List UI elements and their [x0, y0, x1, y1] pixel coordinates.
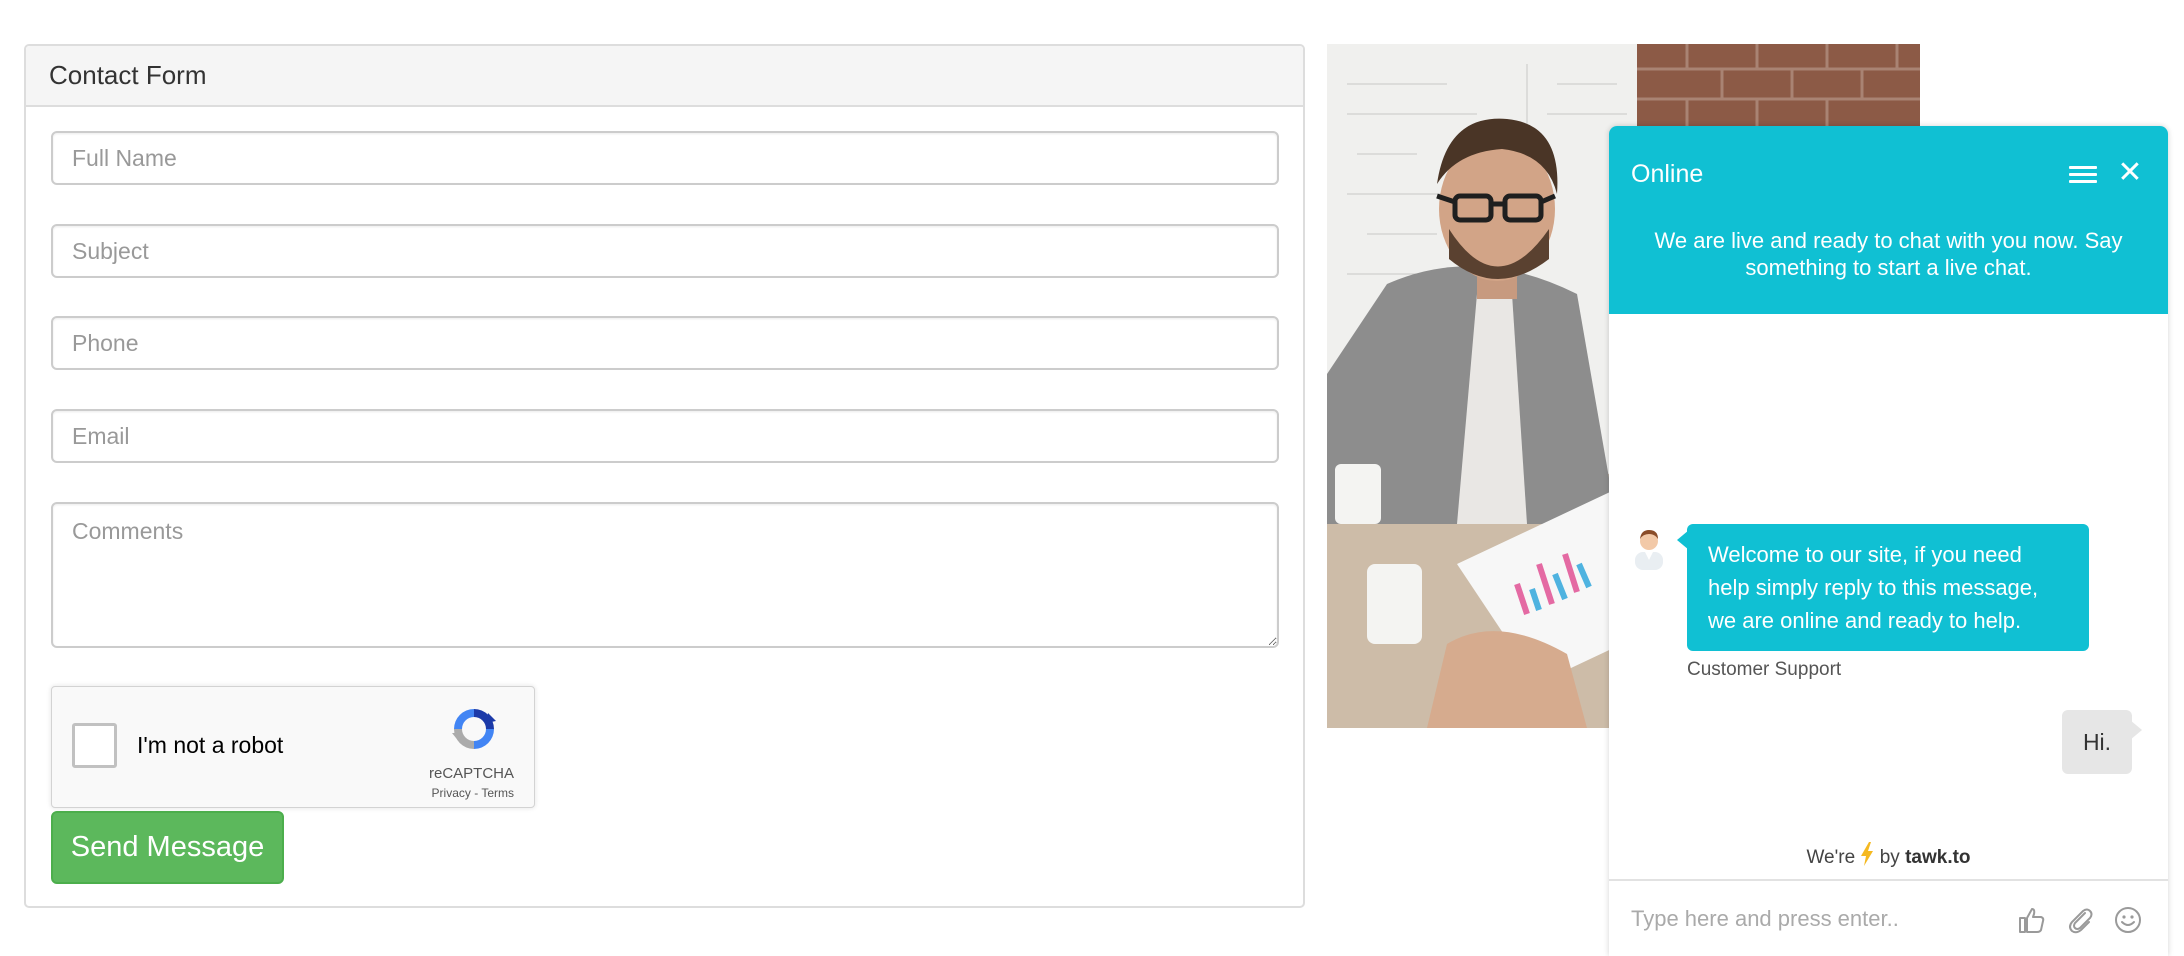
bolt-icon	[1861, 842, 1874, 866]
send-message-button[interactable]: Send Message	[51, 811, 284, 884]
recaptcha-logo-icon	[452, 709, 496, 749]
chat-message-input[interactable]	[1631, 901, 2011, 937]
chat-intro-text: We are live and ready to chat with you n…	[1654, 228, 2123, 280]
live-chat-widget: Online ✕ We are live and ready to chat w…	[1609, 126, 2168, 956]
phone-input[interactable]	[51, 316, 1279, 370]
tawk-brand: tawk.to	[1905, 847, 1971, 868]
thumbs-up-icon[interactable]	[2016, 905, 2046, 935]
agent-avatar-icon	[1635, 530, 1663, 570]
recaptcha-label: I'm not a robot	[137, 732, 284, 758]
visitor-message-bubble: Hi.	[2062, 710, 2142, 774]
chat-status: Online	[1631, 160, 1704, 188]
recaptcha-privacy-terms[interactable]: Privacy - Terms	[432, 786, 514, 800]
contact-form-heading: Contact Form	[26, 46, 1303, 107]
contact-form-panel: Contact Form I'm not a robot reCAPTCHA P…	[24, 44, 1305, 908]
paperclip-icon[interactable]	[2065, 905, 2095, 935]
subject-input[interactable]	[51, 224, 1279, 278]
chat-header: Online ✕ We are live and ready to chat w…	[1609, 126, 2168, 314]
powered-by-tawk[interactable]: We're by tawk.to	[1609, 842, 2168, 869]
agent-name-label: Customer Support	[1687, 659, 1842, 680]
recaptcha-widget: I'm not a robot reCAPTCHA Privacy - Term…	[51, 686, 535, 808]
recaptcha-checkbox[interactable]	[72, 723, 117, 768]
full-name-input[interactable]	[51, 131, 1279, 185]
powered-prefix: We're	[1806, 847, 1856, 868]
agent-message-bubble: Welcome to our site, if you need help si…	[1677, 524, 2089, 651]
close-icon[interactable]: ✕	[2116, 156, 2144, 190]
emoji-icon[interactable]	[2113, 905, 2143, 935]
powered-by: by	[1879, 847, 1900, 868]
menu-icon[interactable]	[2069, 162, 2097, 186]
comments-textarea[interactable]	[51, 502, 1279, 648]
recaptcha-brand: reCAPTCHA	[428, 765, 514, 782]
chat-composer	[1609, 879, 2168, 956]
email-input[interactable]	[51, 409, 1279, 463]
